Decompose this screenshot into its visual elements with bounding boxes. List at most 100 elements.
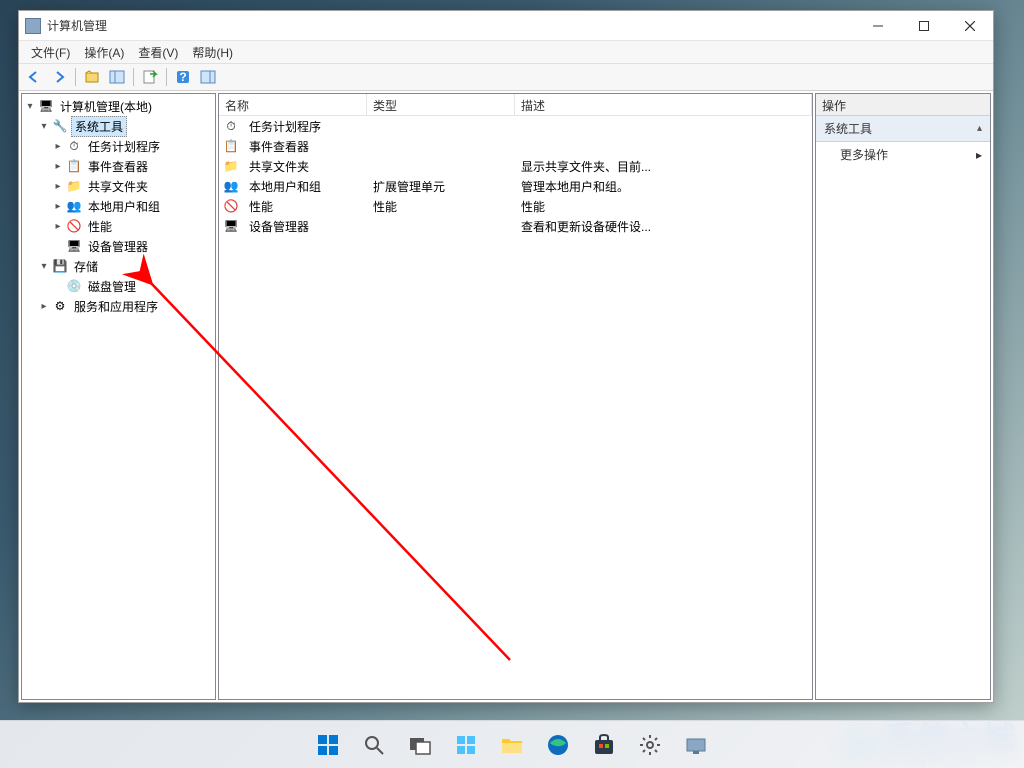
tree-device-manager[interactable]: ▸ 🖥 设备管理器 xyxy=(22,236,215,256)
minimize-button[interactable] xyxy=(855,11,901,41)
collapse-icon[interactable]: ▾ xyxy=(22,101,38,112)
tree-shared-folders[interactable]: ▸ 📁 共享文件夹 xyxy=(22,176,215,196)
cell-name: 事件查看器 xyxy=(243,137,367,156)
cell-desc xyxy=(515,145,527,147)
col-type[interactable]: 类型 xyxy=(367,94,515,115)
back-button[interactable] xyxy=(23,66,45,88)
taskbar[interactable] xyxy=(0,720,1024,768)
list-row[interactable]: 🚫性能性能性能 xyxy=(219,196,812,216)
explorer-button[interactable] xyxy=(492,725,532,765)
titlebar[interactable]: 计算机管理 xyxy=(19,11,993,41)
users-icon: 👥 xyxy=(66,198,82,214)
svg-text:?: ? xyxy=(179,70,186,84)
action-more[interactable]: 更多操作 ▸ xyxy=(816,142,990,167)
cell-desc xyxy=(515,125,527,127)
list-row[interactable]: 🖥设备管理器查看和更新设备硬件设... xyxy=(219,216,812,236)
tree-label: 服务和应用程序 xyxy=(71,297,161,316)
show-action-pane-button[interactable] xyxy=(197,66,219,88)
services-icon: ⚙ xyxy=(52,298,68,314)
store-button[interactable] xyxy=(584,725,624,765)
tree-label: 共享文件夹 xyxy=(85,177,151,196)
collapse-icon[interactable]: ▾ xyxy=(36,121,52,132)
search-button[interactable] xyxy=(354,725,394,765)
menu-view[interactable]: 查看(V) xyxy=(132,41,184,64)
maximize-button[interactable] xyxy=(901,11,947,41)
collapse-icon[interactable]: ▾ xyxy=(36,261,52,272)
expand-icon[interactable]: ▸ xyxy=(50,141,66,152)
action-section[interactable]: 系统工具 ▴ xyxy=(816,116,990,142)
start-button[interactable] xyxy=(308,725,348,765)
row-icon: 📁 xyxy=(223,158,239,174)
menu-file[interactable]: 文件(F) xyxy=(25,41,76,64)
up-button[interactable] xyxy=(81,66,103,88)
settings-button[interactable] xyxy=(630,725,670,765)
chevron-right-icon: ▸ xyxy=(976,148,982,162)
col-desc[interactable]: 描述 xyxy=(515,94,812,115)
app-taskbar-icon[interactable] xyxy=(676,725,716,765)
cell-type xyxy=(367,165,515,167)
tree-performance[interactable]: ▸ 🚫 性能 xyxy=(22,216,215,236)
cell-name: 共享文件夹 xyxy=(243,157,367,176)
tree-local-users[interactable]: ▸ 👥 本地用户和组 xyxy=(22,196,215,216)
help-button[interactable]: ? xyxy=(172,66,194,88)
edge-button[interactable] xyxy=(538,725,578,765)
tree-label: 任务计划程序 xyxy=(85,137,163,156)
tree-label: 设备管理器 xyxy=(85,237,151,256)
cell-type: 性能 xyxy=(367,197,515,216)
cell-name: 性能 xyxy=(243,197,367,216)
cell-type xyxy=(367,145,515,147)
expand-icon[interactable]: ▸ xyxy=(50,201,66,212)
list-pane[interactable]: 名称 类型 描述 ⏱任务计划程序📋事件查看器📁共享文件夹显示共享文件夹、目前..… xyxy=(218,93,813,700)
row-icon: 📋 xyxy=(223,138,239,154)
cell-desc: 显示共享文件夹、目前... xyxy=(515,157,657,176)
taskview-button[interactable] xyxy=(400,725,440,765)
action-section-label: 系统工具 xyxy=(824,120,872,137)
tree-storage[interactable]: ▾ 💾 存储 xyxy=(22,256,215,276)
performance-icon: 🚫 xyxy=(66,218,82,234)
menu-help[interactable]: 帮助(H) xyxy=(186,41,239,64)
toolbar-separator xyxy=(133,68,134,86)
list-row[interactable]: 📋事件查看器 xyxy=(219,136,812,156)
tree-system-tools[interactable]: ▾ 🔧 系统工具 xyxy=(22,116,215,136)
tree-label: 系统工具 xyxy=(71,116,127,137)
app-icon xyxy=(25,18,41,34)
menubar: 文件(F) 操作(A) 查看(V) 帮助(H) xyxy=(19,41,993,63)
window-title: 计算机管理 xyxy=(47,17,855,34)
disk-icon: 💿 xyxy=(66,278,82,294)
expand-icon[interactable]: ▸ xyxy=(50,221,66,232)
expand-icon[interactable]: ▸ xyxy=(50,181,66,192)
tree-label: 计算机管理(本地) xyxy=(57,97,155,116)
export-button[interactable] xyxy=(139,66,161,88)
col-name[interactable]: 名称 xyxy=(219,94,367,115)
tree-services-apps[interactable]: ▸ ⚙ 服务和应用程序 xyxy=(22,296,215,316)
menu-action[interactable]: 操作(A) xyxy=(78,41,130,64)
list-body: ⏱任务计划程序📋事件查看器📁共享文件夹显示共享文件夹、目前...👥本地用户和组扩… xyxy=(219,116,812,699)
row-icon: ⏱ xyxy=(223,118,239,134)
tree-task-scheduler[interactable]: ▸ ⏱ 任务计划程序 xyxy=(22,136,215,156)
tree-label: 本地用户和组 xyxy=(85,197,163,216)
close-button[interactable] xyxy=(947,11,993,41)
folder-icon: 📁 xyxy=(66,178,82,194)
cell-desc: 管理本地用户和组。 xyxy=(515,177,635,196)
tree-label: 性能 xyxy=(85,217,115,236)
tree-disk-management[interactable]: ▸ 💿 磁盘管理 xyxy=(22,276,215,296)
tree-pane[interactable]: ▾ 🖥 计算机管理(本地) ▾ 🔧 系统工具 ▸ ⏱ 任务计划程序 ▸ 📋 事件… xyxy=(21,93,216,700)
list-row[interactable]: 👥本地用户和组扩展管理单元管理本地用户和组。 xyxy=(219,176,812,196)
cell-type: 扩展管理单元 xyxy=(367,177,515,196)
tree-event-viewer[interactable]: ▸ 📋 事件查看器 xyxy=(22,156,215,176)
forward-button[interactable] xyxy=(48,66,70,88)
tree-label: 磁盘管理 xyxy=(85,277,139,296)
tree-label: 事件查看器 xyxy=(85,157,151,176)
list-row[interactable]: 📁共享文件夹 显示共享文件夹、目前... xyxy=(219,156,812,176)
cell-desc: 性能 xyxy=(515,197,551,216)
row-icon: 👥 xyxy=(223,178,239,194)
tree-root[interactable]: ▾ 🖥 计算机管理(本地) xyxy=(22,96,215,116)
widgets-button[interactable] xyxy=(446,725,486,765)
computer-management-window: 计算机管理 文件(F) 操作(A) 查看(V) 帮助(H) ? ▾ 🖥 xyxy=(18,10,994,703)
expand-icon[interactable]: ▸ xyxy=(36,301,52,312)
event-icon: 📋 xyxy=(66,158,82,174)
device-icon: 🖥 xyxy=(66,238,82,254)
list-row[interactable]: ⏱任务计划程序 xyxy=(219,116,812,136)
expand-icon[interactable]: ▸ xyxy=(50,161,66,172)
show-hide-tree-button[interactable] xyxy=(106,66,128,88)
